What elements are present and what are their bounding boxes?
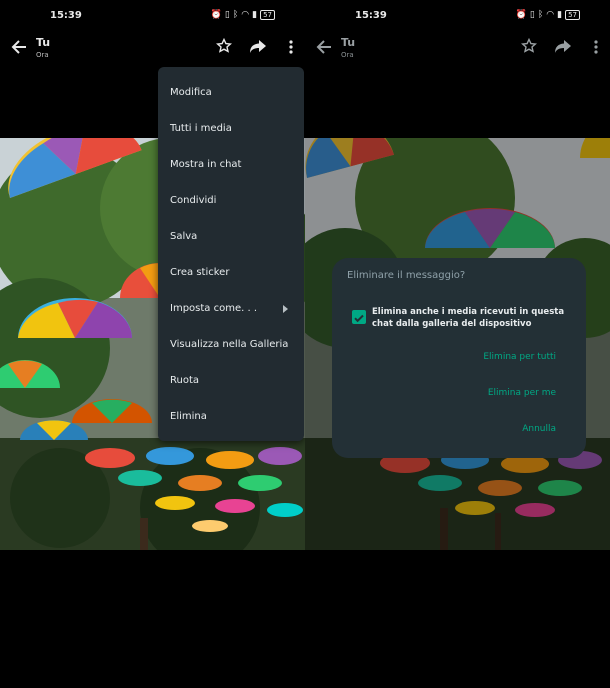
chat-subtitle: Ora — [36, 51, 49, 59]
menu-item-imposta-come-row[interactable]: Imposta come. . . — [158, 303, 304, 317]
delete-message-dialog: Eliminare il messaggio? Elimina anche i … — [332, 258, 586, 458]
alarm-icon: ⏰ — [210, 10, 222, 20]
chat-title: Tu — [341, 36, 356, 49]
status-time: 15:39 — [355, 10, 387, 21]
signal-icon: ▮ — [252, 10, 258, 20]
forward-icon[interactable] — [554, 38, 572, 54]
status-icons: ⏰ ▯ ᛒ ◠ ▮ 57 — [211, 10, 275, 20]
menu-item-modifica[interactable]: Modifica — [170, 87, 212, 98]
signal-icon: ▮ — [557, 10, 563, 20]
forward-icon[interactable] — [249, 38, 267, 54]
status-bar: 15:39 ⏰ ▯ ᛒ ◠ ▮ 57 — [305, 0, 610, 32]
menu-item-mostra-in-chat[interactable]: Mostra in chat — [170, 159, 241, 170]
alarm-icon: ⏰ — [515, 10, 527, 20]
delete-for-everyone-button[interactable]: Elimina per tutti — [483, 352, 556, 362]
overflow-menu: Modifica Tutti i media Mostra in chat Co… — [158, 67, 304, 441]
star-icon[interactable] — [216, 38, 232, 54]
status-bar: 15:39 ⏰ ▯ ᛒ ◠ ▮ 57 — [0, 0, 305, 32]
wifi-icon: ◠ — [546, 10, 555, 20]
menu-item-ruota[interactable]: Ruota — [170, 375, 199, 386]
checkbox-label[interactable]: Elimina anche i media ricevuti in questa… — [372, 306, 572, 330]
chat-subtitle: Ora — [341, 51, 354, 59]
more-vert-icon[interactable] — [289, 40, 293, 54]
more-vert-icon[interactable] — [594, 40, 598, 54]
battery-icon: 57 — [260, 10, 275, 20]
chat-title-block[interactable]: Tu Ora — [341, 36, 355, 59]
menu-item-condividi[interactable]: Condividi — [170, 195, 216, 206]
menu-item-visualizza-nella-galleria[interactable]: Visualizza nella Galleria — [170, 339, 288, 350]
menu-item-crea-sticker[interactable]: Crea sticker — [170, 267, 229, 278]
star-icon[interactable] — [521, 38, 537, 54]
check-icon — [354, 314, 364, 323]
wifi-icon: ◠ — [241, 10, 250, 20]
delete-for-me-button[interactable]: Elimina per me — [488, 388, 556, 398]
delete-media-checkbox[interactable] — [352, 310, 366, 324]
app-bar: Tu Ora — [305, 32, 610, 68]
submenu-arrow-icon — [283, 305, 288, 313]
status-icons: ⏰ ▯ ᛒ ◠ ▮ 57 — [516, 10, 580, 20]
dialog-title: Eliminare il messaggio? — [347, 270, 466, 281]
menu-item-salva[interactable]: Salva — [170, 231, 197, 242]
back-arrow-icon[interactable] — [315, 38, 333, 56]
battery-icon: 57 — [565, 10, 580, 20]
bluetooth-icon: ᛒ — [537, 10, 544, 20]
status-time: 15:39 — [50, 10, 82, 21]
cancel-button[interactable]: Annulla — [522, 424, 556, 434]
chat-title: Tu — [36, 36, 51, 49]
menu-item-imposta-come: Imposta come. . . — [170, 303, 257, 314]
menu-item-elimina[interactable]: Elimina — [170, 411, 207, 422]
back-arrow-icon[interactable] — [10, 38, 28, 56]
chat-title-block[interactable]: Tu Ora — [36, 36, 50, 59]
left-screen: 15:39 ⏰ ▯ ᛒ ◠ ▮ 57 Tu Ora Modifica Tutti… — [0, 0, 305, 688]
app-bar: Tu Ora — [0, 32, 305, 68]
vibrate-icon: ▯ — [224, 10, 230, 20]
vibrate-icon: ▯ — [529, 10, 535, 20]
menu-item-tutti-i-media[interactable]: Tutti i media — [170, 123, 232, 134]
bluetooth-icon: ᛒ — [232, 10, 239, 20]
